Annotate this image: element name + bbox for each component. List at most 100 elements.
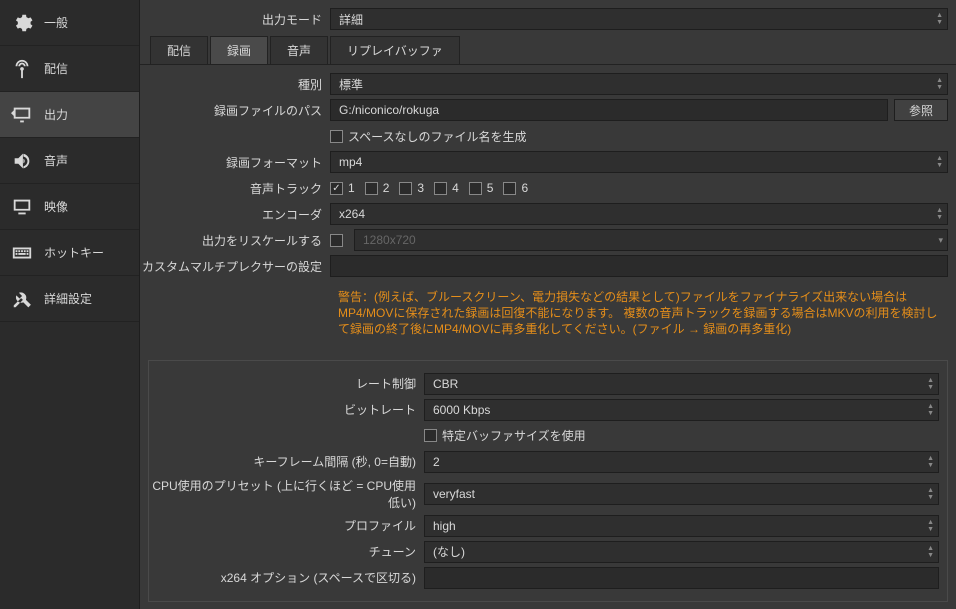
rate-control-label: レート制御	[149, 375, 424, 392]
sidebar-item-label: 出力	[44, 106, 68, 123]
tune-label: チューン	[149, 543, 424, 560]
type-value: 標準	[339, 76, 363, 93]
tab-replay-buffer[interactable]: リプレイバッファ	[330, 36, 460, 64]
monitor-arrow-icon	[10, 103, 34, 127]
encoder-select[interactable]: x264 ▲▼	[330, 203, 948, 225]
encoder-value: x264	[339, 207, 365, 221]
rescale-checkbox[interactable]	[330, 234, 343, 247]
sidebar-item-label: ホットキー	[44, 244, 104, 261]
output-mode-select[interactable]: 詳細 ▲▼	[330, 8, 948, 30]
path-label: 録画ファイルのパス	[140, 102, 330, 119]
track-1-checkbox[interactable]: ✓	[330, 182, 343, 195]
browse-button[interactable]: 参照	[894, 99, 948, 121]
keyframe-spinner[interactable]: 2 ▲▼	[424, 451, 939, 473]
muxer-label: カスタムマルチプレクサーの設定	[140, 258, 330, 275]
rescale-select[interactable]: 1280x720 ▾	[354, 229, 948, 251]
encoder-settings: レート制御 CBR ▲▼ ビットレート 6000 Kbps ▲▼ 特定バッファ	[148, 360, 948, 602]
x264opts-input[interactable]	[424, 567, 939, 589]
track-3-checkbox[interactable]	[399, 182, 412, 195]
rate-control-value: CBR	[433, 377, 458, 391]
warning-text: 警告：(例えば、ブルースクリーン、電力損失などの結果として)ファイルをファイナラ…	[330, 281, 948, 346]
profile-label: プロファイル	[149, 517, 424, 534]
cpu-preset-select[interactable]: veryfast ▲▼	[424, 483, 939, 505]
format-value: mp4	[339, 155, 362, 169]
sidebar-item-label: 配信	[44, 60, 68, 77]
sidebar-item-advanced[interactable]: 詳細設定	[0, 276, 139, 322]
updown-icon: ▲▼	[927, 400, 934, 420]
updown-icon: ▲▼	[936, 74, 943, 94]
tab-streaming[interactable]: 配信	[150, 36, 208, 64]
updown-icon: ▲▼	[936, 152, 943, 172]
bitrate-label: ビットレート	[149, 401, 424, 418]
tools-icon	[10, 287, 34, 311]
sidebar-item-output[interactable]: 出力	[0, 92, 139, 138]
rate-control-select[interactable]: CBR ▲▼	[424, 373, 939, 395]
audio-tracks: ✓ 1 2 3 4 5 6	[330, 181, 528, 195]
cpu-preset-value: veryfast	[433, 487, 475, 501]
tracks-label: 音声トラック	[140, 180, 330, 197]
output-mode-label: 出力モード	[140, 11, 330, 28]
tab-recording[interactable]: 録画	[210, 36, 268, 64]
cpu-preset-label: CPU使用のプリセット (上に行くほど = CPU使用低い)	[149, 477, 424, 511]
output-tabs: 配信 録画 音声 リプレイバッファ	[140, 32, 956, 65]
track-2-label: 2	[383, 181, 390, 195]
chevron-down-icon: ▾	[938, 230, 943, 250]
sidebar-item-label: 音声	[44, 152, 68, 169]
rescale-label: 出力をリスケールする	[140, 232, 330, 249]
path-input[interactable]	[330, 99, 888, 121]
monitor-icon	[10, 195, 34, 219]
track-5-label: 5	[487, 181, 494, 195]
rescale-value: 1280x720	[363, 233, 416, 247]
sidebar-item-label: 映像	[44, 198, 68, 215]
format-label: 録画フォーマット	[140, 154, 330, 171]
profile-select[interactable]: high ▲▼	[424, 515, 939, 537]
sidebar-item-video[interactable]: 映像	[0, 184, 139, 230]
updown-icon: ▲▼	[927, 484, 934, 504]
updown-icon: ▲▼	[927, 452, 934, 472]
bitrate-value: 6000 Kbps	[433, 403, 490, 417]
track-6-checkbox[interactable]	[503, 182, 516, 195]
track-4-checkbox[interactable]	[434, 182, 447, 195]
tune-select[interactable]: (なし) ▲▼	[424, 541, 939, 563]
sidebar-item-audio[interactable]: 音声	[0, 138, 139, 184]
nospace-checkbox[interactable]	[330, 130, 343, 143]
updown-icon: ▲▼	[936, 9, 943, 29]
type-label: 種別	[140, 76, 330, 93]
sidebar-item-hotkeys[interactable]: ホットキー	[0, 230, 139, 276]
sidebar-item-label: 詳細設定	[44, 290, 92, 307]
muxer-input[interactable]	[330, 255, 948, 277]
track-4-label: 4	[452, 181, 459, 195]
track-6-label: 6	[521, 181, 528, 195]
sidebar-item-stream[interactable]: 配信	[0, 46, 139, 92]
track-2-checkbox[interactable]	[365, 182, 378, 195]
sidebar: 一般 配信 出力 音声 映像 ホットキー 詳細設定	[0, 0, 140, 609]
output-mode-value: 詳細	[339, 11, 363, 28]
track-1-label: 1	[348, 181, 355, 195]
type-select[interactable]: 標準 ▲▼	[330, 73, 948, 95]
bitrate-spinner[interactable]: 6000 Kbps ▲▼	[424, 399, 939, 421]
custom-buffer-label: 特定バッファサイズを使用	[442, 427, 586, 444]
encoder-label: エンコーダ	[140, 206, 330, 223]
tab-audio[interactable]: 音声	[270, 36, 328, 64]
main-panel: 出力モード 詳細 ▲▼ 配信 録画 音声 リプレイバッファ 種別 標準 ▲▼ 録…	[140, 0, 956, 609]
updown-icon: ▲▼	[936, 204, 943, 224]
gear-icon	[10, 11, 34, 35]
track-5-checkbox[interactable]	[469, 182, 482, 195]
keyframe-label: キーフレーム間隔 (秒, 0=自動)	[149, 453, 424, 470]
tune-value: (なし)	[433, 543, 465, 560]
profile-value: high	[433, 519, 456, 533]
keyboard-icon	[10, 241, 34, 265]
updown-icon: ▲▼	[927, 516, 934, 536]
format-select[interactable]: mp4 ▲▼	[330, 151, 948, 173]
keyframe-value: 2	[433, 455, 440, 469]
x264opts-label: x264 オプション (スペースで区切る)	[149, 569, 424, 586]
updown-icon: ▲▼	[927, 542, 934, 562]
sidebar-item-general[interactable]: 一般	[0, 0, 139, 46]
speaker-icon	[10, 149, 34, 173]
track-3-label: 3	[417, 181, 424, 195]
sidebar-item-label: 一般	[44, 14, 68, 31]
updown-icon: ▲▼	[927, 374, 934, 394]
custom-buffer-checkbox[interactable]	[424, 429, 437, 442]
nospace-label: スペースなしのファイル名を生成	[348, 128, 527, 145]
antenna-icon	[10, 57, 34, 81]
